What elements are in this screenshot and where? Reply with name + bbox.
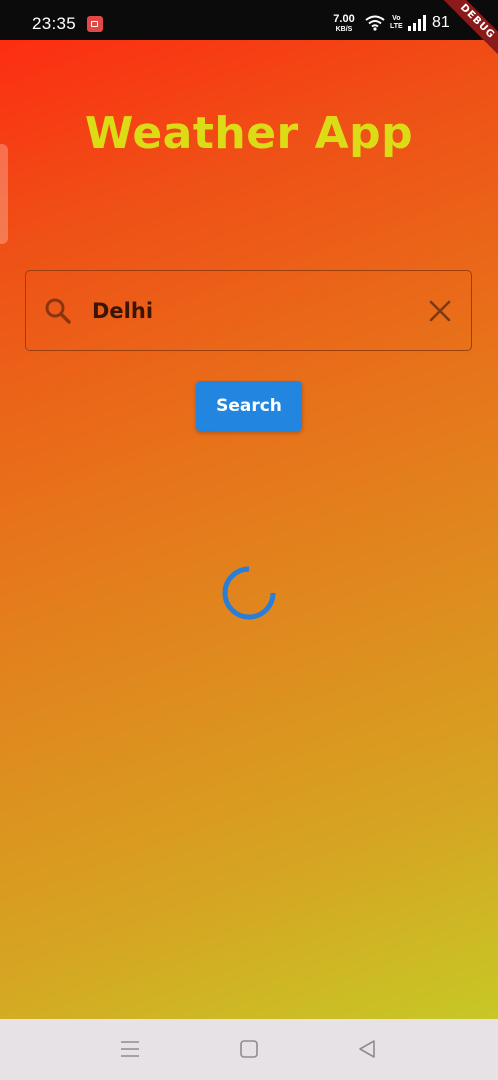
home-icon[interactable] — [240, 1040, 258, 1058]
status-time: 23:35 — [32, 14, 77, 33]
screen-record-icon — [87, 16, 103, 32]
network-speed-unit: KB/S — [335, 26, 353, 33]
system-nav-bar — [0, 1019, 498, 1080]
battery-level: 81 — [432, 14, 450, 31]
volte-indicator: Vo LTE — [390, 15, 403, 31]
edge-panel-handle[interactable] — [0, 144, 8, 244]
close-icon[interactable] — [429, 300, 451, 322]
volte-top: Vo — [392, 15, 401, 22]
search-input[interactable] — [92, 291, 412, 331]
search-field[interactable] — [25, 270, 472, 351]
wifi-icon — [365, 15, 385, 31]
status-bar: 23:35 7.00 KB/S Vo LTE 81 — [0, 0, 498, 40]
page-title: Weather App — [84, 108, 414, 159]
screen: 23:35 7.00 KB/S Vo LTE 81 DEBUG Weather … — [0, 0, 498, 1080]
network-speed: 7.00 KB/S — [330, 13, 358, 34]
volte-bottom: LTE — [390, 23, 403, 30]
network-speed-value: 7.00 — [333, 13, 355, 25]
menu-icon[interactable] — [120, 1040, 140, 1058]
search-button[interactable]: Search — [196, 381, 302, 431]
signal-icon — [408, 15, 426, 31]
loading-spinner-icon — [222, 566, 276, 620]
weather-app: Weather App Search — [0, 40, 498, 1019]
back-icon[interactable] — [357, 1039, 377, 1059]
search-icon — [45, 298, 71, 324]
